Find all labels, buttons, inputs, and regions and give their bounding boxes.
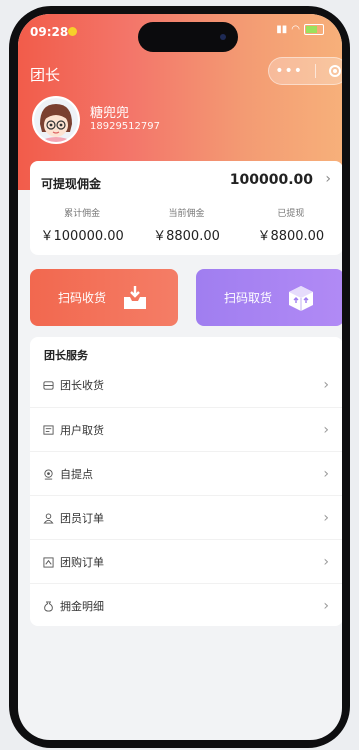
person-icon xyxy=(43,512,54,524)
service-item-commission-detail[interactable]: 拥金明细 › xyxy=(30,583,342,628)
status-time: 09:28 xyxy=(30,25,69,39)
stat-label: 已提现 xyxy=(277,209,305,219)
capsule-divider xyxy=(315,64,317,78)
commission-stats: 累计佣金 ￥100000.00 当前佣金 ￥8800.00 已提现 ￥8800.… xyxy=(30,206,342,244)
chevron-right-icon: › xyxy=(323,466,329,482)
camera-notch xyxy=(138,22,238,52)
commission-title: 可提现佣金 xyxy=(41,177,102,191)
mini-program-capsule: ••• xyxy=(268,57,342,85)
chevron-right-icon: › xyxy=(323,598,329,614)
service-item-member-orders[interactable]: 团员订单 › xyxy=(30,495,342,540)
stat-value: ￥8800.00 xyxy=(153,229,220,244)
stat-value: ￥8800.00 xyxy=(257,229,325,244)
location-icon xyxy=(44,468,53,480)
pickup-icon xyxy=(43,424,54,435)
chevron-right-icon: › xyxy=(323,377,329,393)
services-title: 团长服务 xyxy=(44,349,88,362)
service-label: 团员订单 xyxy=(60,512,104,525)
avatar[interactable] xyxy=(32,96,80,144)
page-title: 团长 xyxy=(30,66,61,84)
scan-receive-label: 扫码收货 xyxy=(57,291,106,305)
chevron-right-icon: › xyxy=(323,554,329,570)
status-icons: ▮▮ ◠ xyxy=(276,24,324,35)
stat-value: ￥100000.00 xyxy=(40,229,124,244)
more-button[interactable]: ••• xyxy=(275,64,303,78)
scan-pickup-label: 扫码取货 xyxy=(223,291,272,305)
service-label: 团长收货 xyxy=(60,379,104,392)
scan-pickup-button[interactable]: 扫码取货 xyxy=(196,269,342,326)
service-item-receive[interactable]: 团长收货 › xyxy=(30,363,342,407)
signal-icon: ▮▮ xyxy=(276,24,288,35)
service-item-pickup[interactable]: 用户取货 › xyxy=(30,407,342,452)
avatar-cartoon-icon xyxy=(34,98,78,142)
wifi-icon: ◠ xyxy=(291,24,300,35)
services-card: 团长服务 团长收货 › 用户取货 › 自提点 › 团员订单 › 团购订单 › 拥… xyxy=(30,337,342,626)
order-icon xyxy=(43,556,54,568)
receive-box-icon xyxy=(43,380,54,390)
chevron-right-icon[interactable]: › xyxy=(325,171,331,187)
camera-icon xyxy=(220,34,226,40)
location-status-icon xyxy=(68,27,77,36)
service-label: 拥金明细 xyxy=(60,600,104,613)
stat-total: 累计佣金 ￥100000.00 xyxy=(30,206,134,244)
service-label: 用户取货 xyxy=(60,424,104,437)
battery-icon xyxy=(304,24,324,35)
chevron-right-icon: › xyxy=(323,422,329,438)
scan-receive-button[interactable]: 扫码收货 xyxy=(30,269,178,326)
close-target-icon[interactable] xyxy=(328,65,341,77)
user-name: 糖兜兜 xyxy=(90,106,130,121)
service-label: 团购订单 xyxy=(60,556,104,569)
money-bag-icon xyxy=(44,600,53,612)
commission-card[interactable]: 可提现佣金 100000.00 › 累计佣金 ￥100000.00 当前佣金 ￥… xyxy=(30,161,342,255)
stat-label: 累计佣金 xyxy=(64,209,101,219)
package-box-icon xyxy=(289,285,313,311)
screen: 09:28 ▮▮ ◠ 团长 ••• 糖兜兜 18929512797 可提现佣金 … xyxy=(18,14,342,740)
commission-value: 100000.00 xyxy=(229,172,313,188)
user-phone: 18929512797 xyxy=(90,121,160,132)
stat-withdrawn: 已提现 ￥8800.00 xyxy=(239,206,342,244)
inbox-download-icon xyxy=(124,285,146,309)
service-item-pickup-point[interactable]: 自提点 › xyxy=(30,451,342,496)
service-label: 自提点 xyxy=(60,468,93,481)
stat-current: 当前佣金 ￥8800.00 xyxy=(134,206,238,244)
service-item-group-orders[interactable]: 团购订单 › xyxy=(30,539,342,584)
chevron-right-icon: › xyxy=(323,510,329,526)
stat-label: 当前佣金 xyxy=(168,209,205,219)
